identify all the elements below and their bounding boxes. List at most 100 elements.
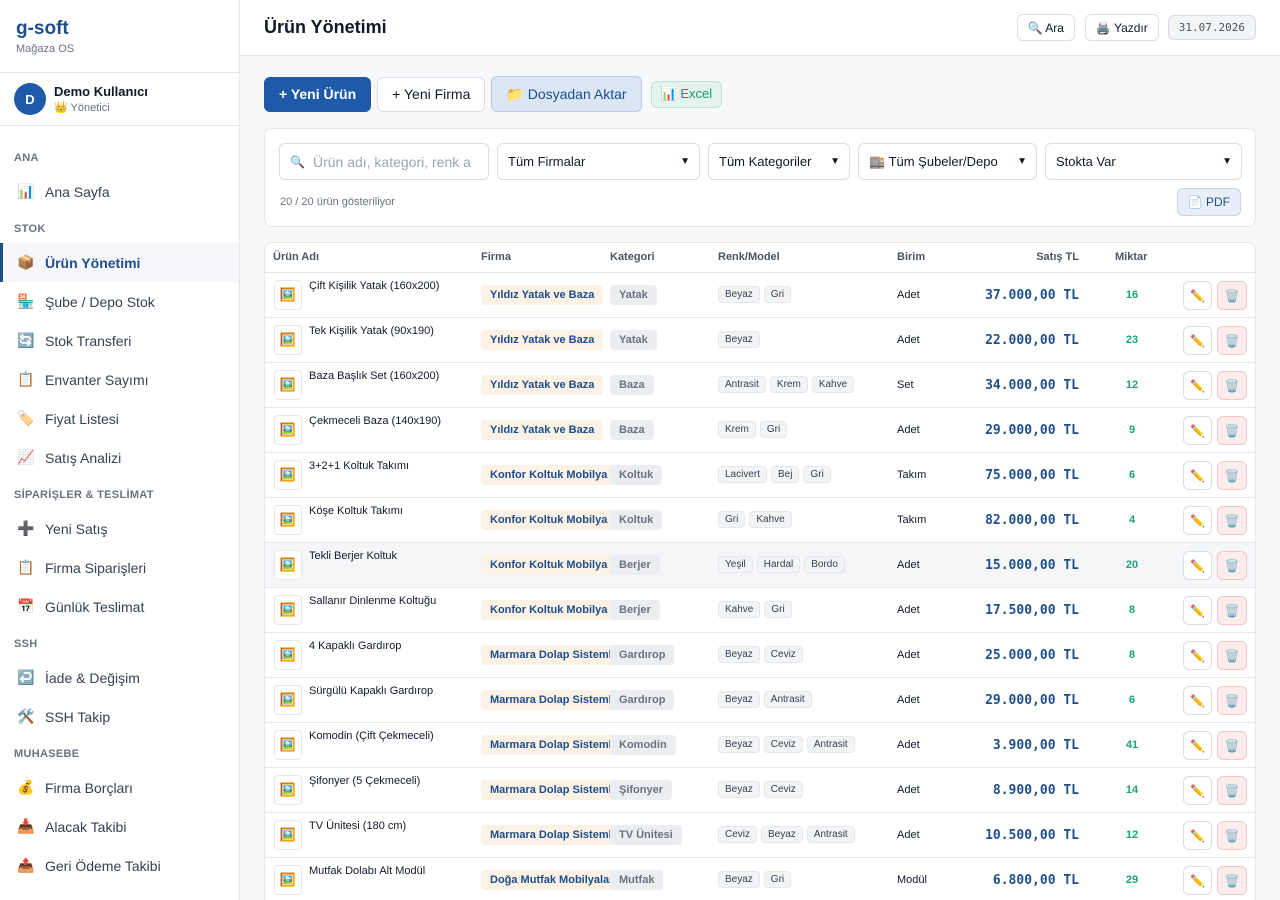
table-row[interactable]: 🖼️ Köşe Koltuk Takımı Konfor Koltuk Mobily…	[265, 498, 1255, 543]
delete-icon[interactable]: 🗑️	[1217, 461, 1247, 490]
table-row[interactable]: 🖼️ Tek Kişilik Yatak (90x190) Yıldız Yatak…	[265, 318, 1255, 363]
edit-icon[interactable]: ✏️	[1183, 506, 1212, 535]
table-row[interactable]: 🖼️ TV Ünitesi (180 cm) Marmara Dolap Siste…	[265, 813, 1255, 858]
image-icon[interactable]: 🖼️	[274, 550, 302, 580]
delete-icon[interactable]: 🗑️	[1217, 416, 1247, 445]
search-input[interactable]: 🔍 Ürün adı, kategori, renk a	[279, 143, 489, 180]
product-name: Şifonyer (5 Çekmeceli)	[309, 775, 421, 787]
delete-icon[interactable]: 🗑️	[1217, 686, 1247, 715]
image-icon[interactable]: 🖼️	[274, 865, 302, 895]
delete-icon[interactable]: 🗑️	[1217, 641, 1247, 670]
unit: Adet	[897, 739, 920, 751]
col-color[interactable]: Renk/Model	[718, 251, 780, 263]
delete-icon[interactable]: 🗑️	[1217, 731, 1247, 760]
search-button[interactable]: 🔍 Ara	[1016, 14, 1075, 41]
image-icon[interactable]: 🖼️	[274, 685, 302, 715]
table-row[interactable]: 🖼️ Sürgülü Kapaklı Gardırop Marmara Dolap …	[265, 678, 1255, 723]
sidebar-item[interactable]: 🔄 Stok Transferi	[0, 321, 239, 360]
col-firm[interactable]: Firma	[481, 251, 511, 263]
delete-icon[interactable]: 🗑️	[1217, 371, 1247, 400]
edit-icon[interactable]: ✏️	[1183, 641, 1212, 670]
edit-icon[interactable]: ✏️	[1183, 281, 1212, 310]
sidebar-item[interactable]: 📋 Firma Siparişleri	[0, 548, 239, 587]
category-select[interactable]: Tüm Kategoriler ▼	[708, 143, 850, 180]
sidebar-item[interactable]: 📈 Satış Analizi	[0, 438, 239, 477]
firm-select[interactable]: Tüm Firmalar ▼	[497, 143, 700, 180]
sidebar-item[interactable]: 📥 Alacak Takibi	[0, 807, 239, 846]
table-row[interactable]: 🖼️ Çekmeceli Baza (140x190) Yıldız Yatak v…	[265, 408, 1255, 453]
sidebar-item[interactable]: 💰 Firma Borçları	[0, 768, 239, 807]
image-icon[interactable]: 🖼️	[274, 505, 302, 535]
table-row[interactable]: 🖼️ Baza Başlık Set (160x200) Yıldız Yatak …	[265, 363, 1255, 408]
delete-icon[interactable]: 🗑️	[1217, 776, 1247, 805]
image-icon[interactable]: 🖼️	[274, 730, 302, 760]
edit-icon[interactable]: ✏️	[1183, 416, 1212, 445]
image-icon[interactable]: 🖼️	[274, 640, 302, 670]
edit-icon[interactable]: ✏️	[1183, 776, 1212, 805]
edit-icon[interactable]: ✏️	[1183, 551, 1212, 580]
sidebar-item[interactable]: 📤 Geri Ödeme Takibi	[0, 846, 239, 885]
sidebar-item[interactable]: 🏷️ Fiyat Listesi	[0, 399, 239, 438]
image-icon[interactable]: 🖼️	[274, 775, 302, 805]
edit-icon[interactable]: ✏️	[1183, 596, 1212, 625]
new-firm-button[interactable]: + Yeni Firma	[377, 76, 486, 112]
excel-export-button[interactable]: 📊 Excel	[650, 80, 723, 108]
edit-icon[interactable]: ✏️	[1183, 731, 1212, 760]
product-name: Komodin (Çift Çekmeceli)	[309, 730, 434, 742]
sidebar-item[interactable]: 📊 Ana Sayfa	[0, 172, 239, 211]
table-row[interactable]: 🖼️ Tekli Berjer Koltuk Konfor Koltuk Mobil…	[265, 543, 1255, 588]
color-chip: Gri	[763, 286, 792, 303]
edit-icon[interactable]: ✏️	[1183, 821, 1212, 850]
image-icon[interactable]: 🖼️	[274, 820, 302, 850]
image-icon[interactable]: 🖼️	[274, 415, 302, 445]
edit-icon[interactable]: ✏️	[1183, 866, 1212, 895]
col-unit[interactable]: Birim	[897, 251, 925, 263]
delete-icon[interactable]: 🗑️	[1217, 596, 1247, 625]
sidebar-item[interactable]: ↩️ İade & Değişim	[0, 658, 239, 697]
col-price[interactable]: Satış TL	[1036, 251, 1079, 263]
delete-icon[interactable]: 🗑️	[1217, 506, 1247, 535]
delete-icon[interactable]: 🗑️	[1217, 866, 1247, 895]
color-chip: Gri	[763, 871, 792, 888]
sidebar-item[interactable]: 📅 Günlük Teslimat	[0, 587, 239, 626]
edit-icon[interactable]: ✏️	[1183, 461, 1212, 490]
delete-icon[interactable]: 🗑️	[1217, 821, 1247, 850]
col-category[interactable]: Kategori	[610, 251, 655, 263]
image-icon[interactable]: 🖼️	[274, 370, 302, 400]
image-icon[interactable]: 🖼️	[274, 460, 302, 490]
stock-select-value: Stokta Var	[1056, 154, 1116, 169]
edit-icon[interactable]: ✏️	[1183, 371, 1212, 400]
table-row[interactable]: 🖼️ Sallanır Dinlenme Koltuğu Konfor Koltuk…	[265, 588, 1255, 633]
table-row[interactable]: 🖼️ Çift Kişilik Yatak (160x200) Yıldız Yat…	[265, 273, 1255, 318]
table-row[interactable]: 🖼️ 3+2+1 Koltuk Takımı Konfor Koltuk Mobil…	[265, 453, 1255, 498]
user-card[interactable]: D Demo Kullanıcı 👑 Yönetici	[0, 73, 239, 126]
new-product-button[interactable]: + Yeni Ürün	[264, 76, 372, 112]
delete-icon[interactable]: 🗑️	[1217, 551, 1247, 580]
table-row[interactable]: 🖼️ Şifonyer (5 Çekmeceli) Marmara Dolap Si…	[265, 768, 1255, 813]
sidebar-item[interactable]: ➕ Yeni Satış	[0, 509, 239, 548]
table-row[interactable]: 🖼️ 4 Kapaklı Gardırop Marmara Dolap Sistem…	[265, 633, 1255, 678]
col-name[interactable]: Ürün Adı	[273, 251, 319, 263]
stock-select[interactable]: Stokta Var ▼	[1045, 143, 1242, 180]
image-icon[interactable]: 🖼️	[274, 595, 302, 625]
edit-icon[interactable]: ✏️	[1183, 326, 1212, 355]
sidebar-item[interactable]: 🛠️ SSH Takip	[0, 697, 239, 736]
col-qty[interactable]: Miktar	[1115, 251, 1147, 263]
import-file-button[interactable]: 📁 Dosyadan Aktar	[491, 76, 642, 112]
nav-icon: 📋	[17, 371, 35, 387]
branch-select[interactable]: 🏬 Tüm Şubeler/Depo ▼	[858, 143, 1037, 180]
image-icon[interactable]: 🖼️	[274, 325, 302, 355]
delete-icon[interactable]: 🗑️	[1217, 281, 1247, 310]
print-button[interactable]: 🖨️ Yazdır	[1084, 14, 1159, 41]
edit-icon[interactable]: ✏️	[1183, 686, 1212, 715]
sidebar-item[interactable]: 📋 Envanter Sayımı	[0, 360, 239, 399]
sidebar-item[interactable]: 📦 Ürün Yönetimi	[0, 243, 239, 282]
price: 10.500,00 TL	[985, 828, 1079, 843]
table-row[interactable]: 🖼️ Mutfak Dolabı Alt Modül Doğa Mutfak Mob…	[265, 858, 1255, 900]
sidebar-item[interactable]: 🏪 Şube / Depo Stok	[0, 282, 239, 321]
delete-icon[interactable]: 🗑️	[1217, 326, 1247, 355]
image-icon[interactable]: 🖼️	[274, 280, 302, 310]
pdf-export-button[interactable]: 📄 PDF	[1176, 188, 1241, 216]
table-row[interactable]: 🖼️ Komodin (Çift Çekmeceli) Marmara Dolap …	[265, 723, 1255, 768]
quantity: 16	[1125, 289, 1139, 301]
